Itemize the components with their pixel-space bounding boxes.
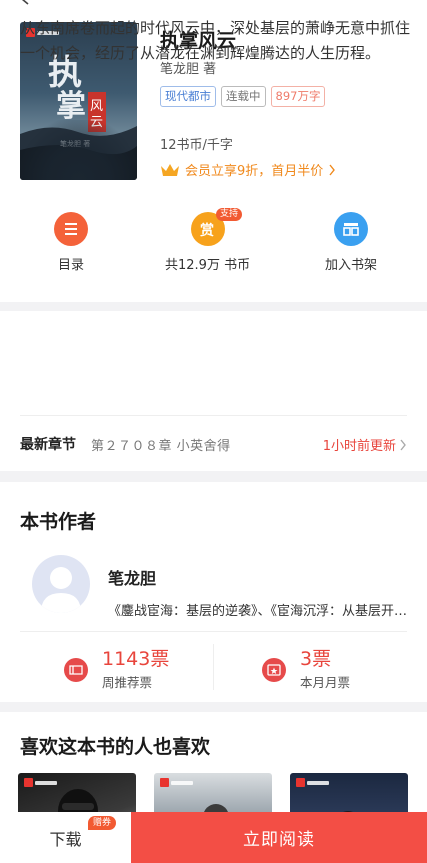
weekly-vote-count: 1143票 (102, 648, 170, 670)
recommend-section-title: 喜欢这本书的人也喜欢 (20, 736, 211, 758)
reward-label: 共12.9万 书币 (165, 258, 251, 273)
coupon-badge: 赠券 (88, 816, 117, 830)
action-row: 目录 赏 支持 共12.9万 书币 加入书架 (0, 208, 427, 276)
svg-text:赏: 赏 (200, 222, 214, 238)
add-to-shelf-button[interactable]: 加入书架 (325, 212, 377, 273)
book-description[interactable]: 从东南席卷而起的时代风云中，深处基层的萧峥无意中抓住一个机会，经历了从潜龙在渊到… (20, 16, 410, 66)
crown-icon (161, 163, 179, 176)
author-works[interactable]: 《鏖战宦海：基层的逆袭》、《宦海沉浮：从基层开始》 (108, 600, 408, 619)
cover-shade (20, 120, 137, 180)
shelf-label: 加入书架 (325, 258, 378, 273)
author-section-title: 本书作者 (20, 511, 97, 533)
monthly-vote-label: 本月月票 (300, 675, 351, 690)
monthly-vote-count: 3票 (300, 648, 332, 670)
tag-wordcount: 897万字 (270, 86, 326, 107)
divider (20, 631, 407, 632)
divider (20, 415, 407, 416)
catalog-label: 目录 (57, 258, 84, 273)
update-time[interactable]: 1小时前更新 (323, 435, 407, 454)
update-time-text: 1小时前更新 (322, 439, 396, 454)
vip-offer-text: 会员立享9折，首月半价 (185, 164, 324, 179)
chevron-right-icon (329, 164, 336, 175)
support-badge: 支持 (216, 208, 243, 221)
bottom-bar: 下载 赠券 立即阅读 (0, 812, 427, 863)
tag-genre[interactable]: 现代都市 (160, 86, 216, 107)
reward-button[interactable]: 赏 支持 共12.9万 书币 (165, 208, 251, 273)
tag-status: 连载中 (221, 86, 266, 107)
monthly-vote[interactable]: 3票 本月月票 (262, 648, 350, 691)
monthly-ticket-icon (262, 657, 286, 682)
vote-separator (213, 644, 214, 690)
latest-chapter-title[interactable]: 第２７０８章 小英舍得 (91, 435, 231, 454)
read-now-button[interactable]: 立即阅读 (131, 812, 427, 863)
vip-offer[interactable]: 会员立享9折，首月半价 (160, 160, 336, 179)
latest-chapter-label: 最新章节 (20, 437, 76, 453)
weekly-vote-label: 周推荐票 (102, 675, 153, 690)
book-price: 12书币/千字 (160, 138, 233, 153)
chevron-right-icon (400, 439, 406, 450)
svg-text:风: 风 (90, 99, 103, 114)
svg-text:掌: 掌 (56, 89, 86, 124)
recommend-ticket-icon (64, 657, 88, 682)
back-icon[interactable] (18, 0, 32, 6)
avatar-icon (41, 567, 81, 613)
catalog-icon (54, 212, 88, 246)
book-tags: 现代都市 连载中 897万字 (160, 86, 326, 107)
bookshelf-icon (334, 212, 368, 246)
author-name[interactable]: 笔龙胆 (108, 565, 156, 589)
weekly-vote[interactable]: 1143票 周推荐票 (64, 648, 169, 691)
author-avatar[interactable] (32, 555, 90, 613)
catalog-button[interactable]: 目录 (54, 212, 88, 273)
